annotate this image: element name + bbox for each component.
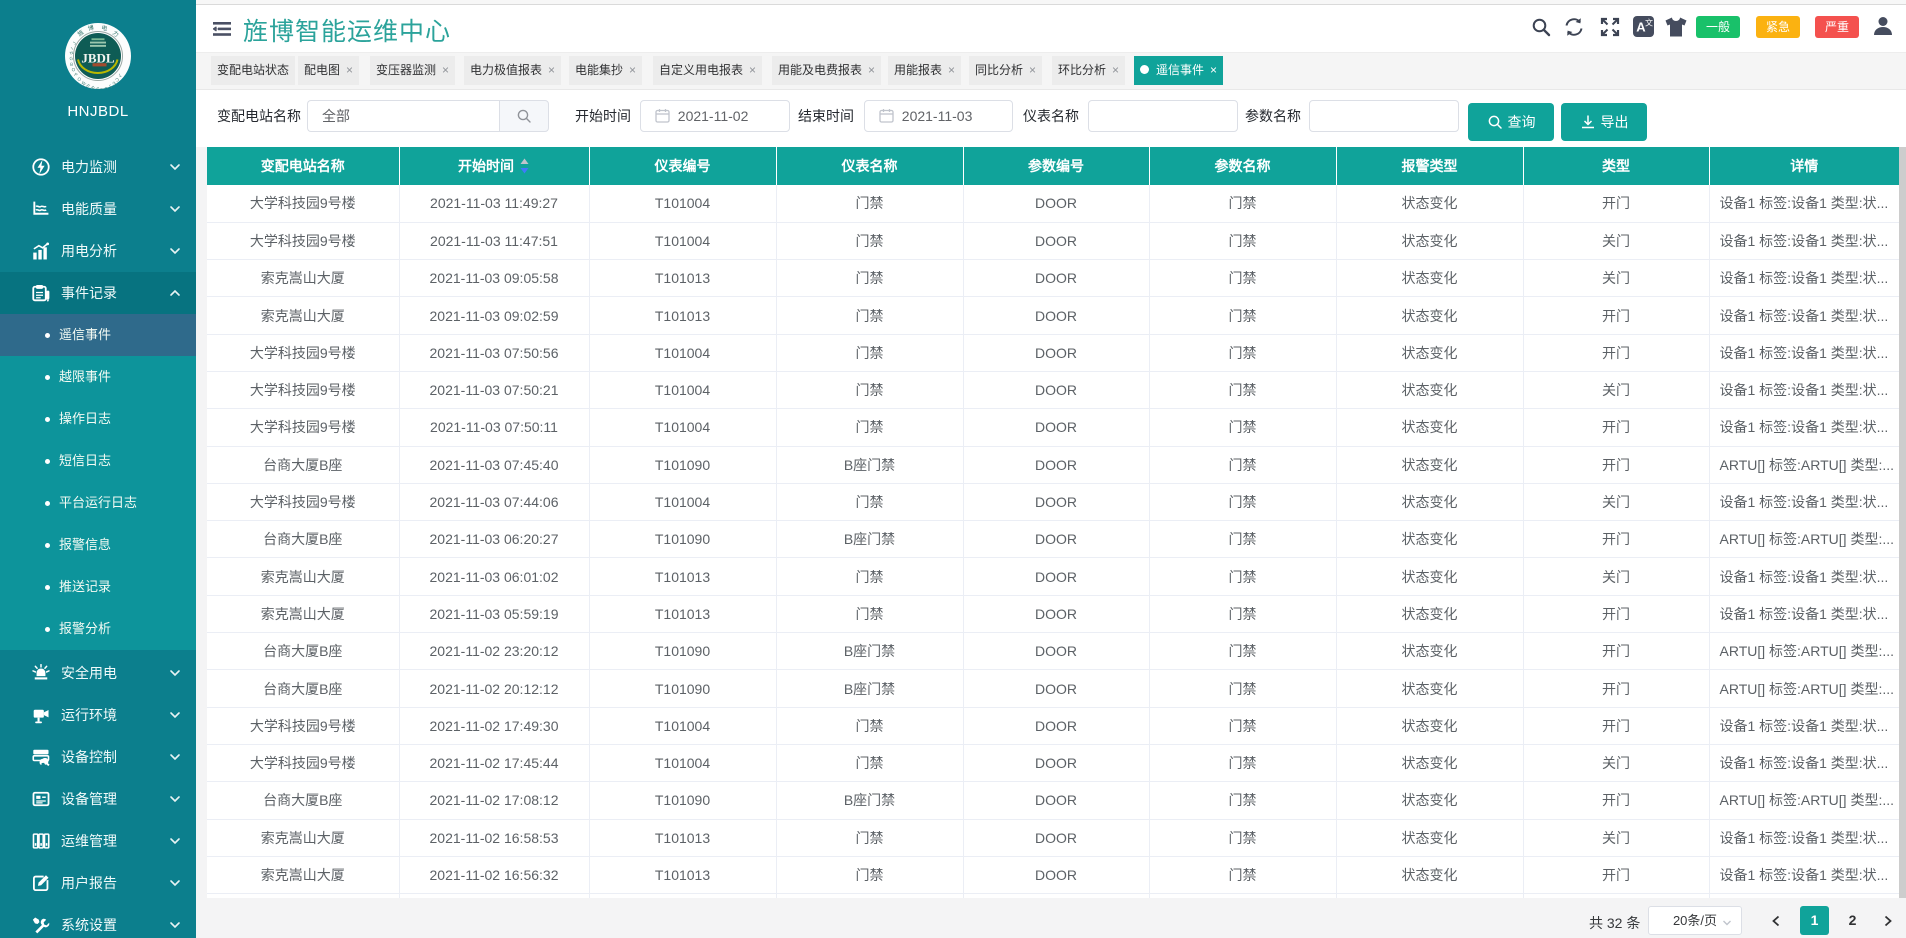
svg-text:文: 文 — [1645, 18, 1653, 28]
